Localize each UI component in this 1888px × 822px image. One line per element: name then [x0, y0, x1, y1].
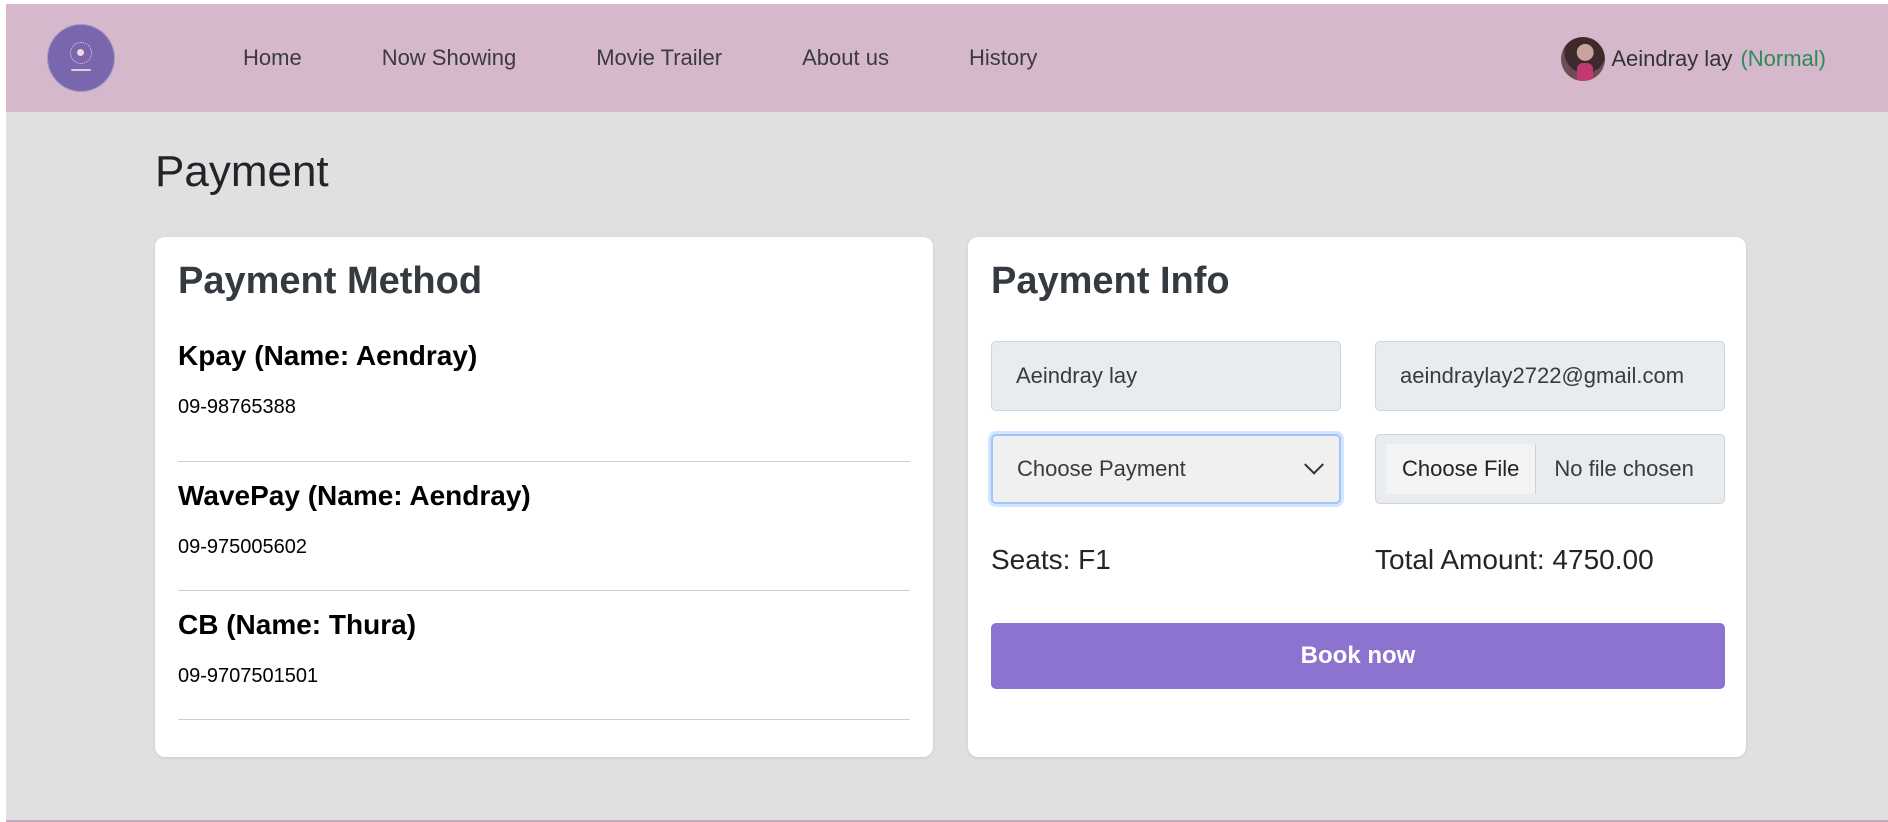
name-field[interactable]: Aeindray lay: [991, 341, 1341, 411]
total-amount: Total Amount: 4750.00: [1375, 544, 1654, 575]
method-phone: 09-9707501501: [178, 664, 319, 687]
navbar: Home Now Showing Movie Trailer About us …: [6, 4, 1888, 112]
payment-select-value: Choose Payment: [1017, 456, 1186, 481]
page-frame: Home Now Showing Movie Trailer About us …: [6, 4, 1888, 822]
method-name: WavePay (Name: Aendray): [178, 479, 531, 511]
payment-method-list: Kpay (Name: Aendray) 09-98765388 WavePay…: [178, 333, 910, 720]
name-field-value: Aeindray lay: [1016, 363, 1138, 388]
logo[interactable]: [47, 24, 115, 92]
method-name: CB (Name: Thura): [178, 608, 417, 640]
method-phone: 09-975005602: [178, 535, 308, 558]
method-phone: 09-98765388: [178, 395, 296, 418]
file-status: No file chosen: [1554, 456, 1694, 481]
book-now-button[interactable]: Book now: [991, 623, 1725, 689]
email-field[interactable]: aeindraylay2722@gmail.com: [1375, 341, 1725, 411]
payment-info-title: Payment Info: [991, 260, 1230, 302]
choose-file-button[interactable]: Choose File: [1386, 444, 1537, 494]
file-input[interactable]: Choose File No file chosen: [1375, 434, 1725, 504]
nav-history[interactable]: History: [929, 45, 1077, 71]
nav-movie-trailer[interactable]: Movie Trailer: [556, 45, 762, 71]
payment-select[interactable]: Choose Payment: [991, 434, 1341, 504]
email-field-value: aeindraylay2722@gmail.com: [1400, 363, 1685, 388]
chevron-down-icon: [1304, 454, 1324, 475]
payment-method-item: CB (Name: Thura) 09-9707501501: [178, 591, 910, 720]
user-role-badge: (Normal): [1740, 46, 1826, 71]
payment-method-item: WavePay (Name: Aendray) 09-975005602: [178, 462, 910, 591]
user-menu[interactable]: Aeindray lay (Normal): [1561, 37, 1826, 81]
page-title: Payment: [155, 147, 329, 196]
logo-emblem-icon: [70, 42, 92, 64]
method-name: Kpay (Name: Aendray): [178, 339, 478, 371]
payment-method-title: Payment Method: [178, 260, 483, 302]
nav-links: Home Now Showing Movie Trailer About us …: [189, 4, 1077, 112]
payment-method-card: Payment Method Kpay (Name: Aendray) 09-9…: [155, 237, 933, 757]
nav-now-showing[interactable]: Now Showing: [342, 45, 557, 71]
user-name: Aeindray lay: [1611, 46, 1733, 71]
logo-text-mark: [71, 69, 91, 71]
nav-about-us[interactable]: About us: [762, 45, 929, 71]
seats-label: Seats: F1: [991, 544, 1111, 575]
nav-home[interactable]: Home: [189, 45, 342, 71]
payment-info-card: Payment Info Aeindray lay aeindraylay272…: [968, 237, 1746, 757]
avatar[interactable]: [1561, 37, 1606, 81]
payment-method-item: Kpay (Name: Aendray) 09-98765388: [178, 333, 910, 462]
